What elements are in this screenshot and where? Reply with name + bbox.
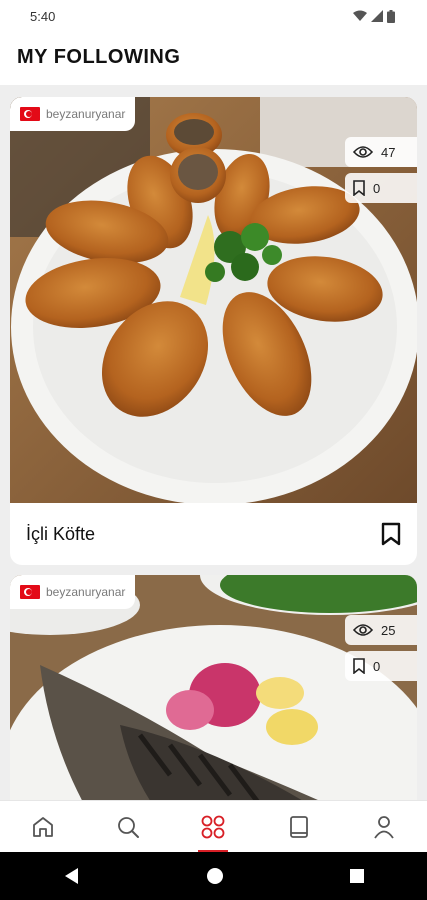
nav-recipes[interactable] bbox=[269, 801, 329, 853]
saves-badge: 0 bbox=[345, 651, 417, 681]
save-count: 0 bbox=[373, 180, 381, 196]
view-count: 47 bbox=[381, 144, 396, 160]
author-name: beyzanuryanar bbox=[46, 585, 126, 599]
views-badge: 25 bbox=[345, 615, 417, 645]
bookmark-button[interactable] bbox=[381, 522, 401, 546]
search-icon bbox=[118, 816, 140, 838]
recipe-card[interactable]: beyzanuryanar 25 0 bbox=[10, 575, 417, 800]
card-footer: İçli Köfte bbox=[10, 503, 417, 565]
views-badge: 47 bbox=[345, 137, 417, 167]
profile-icon bbox=[374, 815, 394, 839]
nav-home[interactable] bbox=[13, 801, 73, 853]
author-chip[interactable]: beyzanuryanar bbox=[10, 575, 136, 609]
bookmark-icon bbox=[353, 180, 365, 196]
status-bar: 5:40 bbox=[0, 0, 427, 32]
eye-icon bbox=[353, 624, 373, 636]
home-icon bbox=[32, 816, 53, 837]
recipe-title[interactable]: İçli Köfte bbox=[26, 524, 95, 545]
status-time: 5:40 bbox=[30, 8, 56, 24]
turkey-flag-icon bbox=[20, 107, 40, 121]
back-icon[interactable] bbox=[63, 867, 81, 885]
nav-profile[interactable] bbox=[354, 801, 414, 853]
recents-icon[interactable] bbox=[349, 868, 365, 884]
signal-icon bbox=[371, 10, 383, 22]
turkey-flag-icon bbox=[20, 585, 40, 599]
battery-icon bbox=[387, 9, 395, 23]
nav-following[interactable] bbox=[183, 801, 243, 853]
status-icons bbox=[353, 9, 395, 23]
feed-list[interactable]: beyzanuryanar 47 0 İçli Köfte beyzanurya… bbox=[0, 85, 427, 800]
author-name: beyzanuryanar bbox=[46, 107, 126, 121]
author-chip[interactable]: beyzanuryanar bbox=[10, 97, 136, 131]
nav-search[interactable] bbox=[98, 801, 158, 853]
save-count: 0 bbox=[373, 658, 381, 674]
eye-icon bbox=[353, 146, 373, 158]
book-icon bbox=[289, 815, 308, 838]
system-navigation-bar bbox=[0, 852, 427, 900]
home-circle-icon[interactable] bbox=[206, 867, 224, 885]
recipe-card[interactable]: beyzanuryanar 47 0 İçli Köfte bbox=[10, 97, 417, 565]
view-count: 25 bbox=[381, 622, 396, 638]
following-icon bbox=[202, 815, 225, 838]
bottom-navigation bbox=[0, 800, 427, 853]
saves-badge: 0 bbox=[345, 173, 417, 203]
bookmark-icon bbox=[353, 658, 365, 674]
wifi-icon bbox=[353, 10, 367, 21]
page-title: MY FOLLOWING bbox=[17, 46, 181, 68]
